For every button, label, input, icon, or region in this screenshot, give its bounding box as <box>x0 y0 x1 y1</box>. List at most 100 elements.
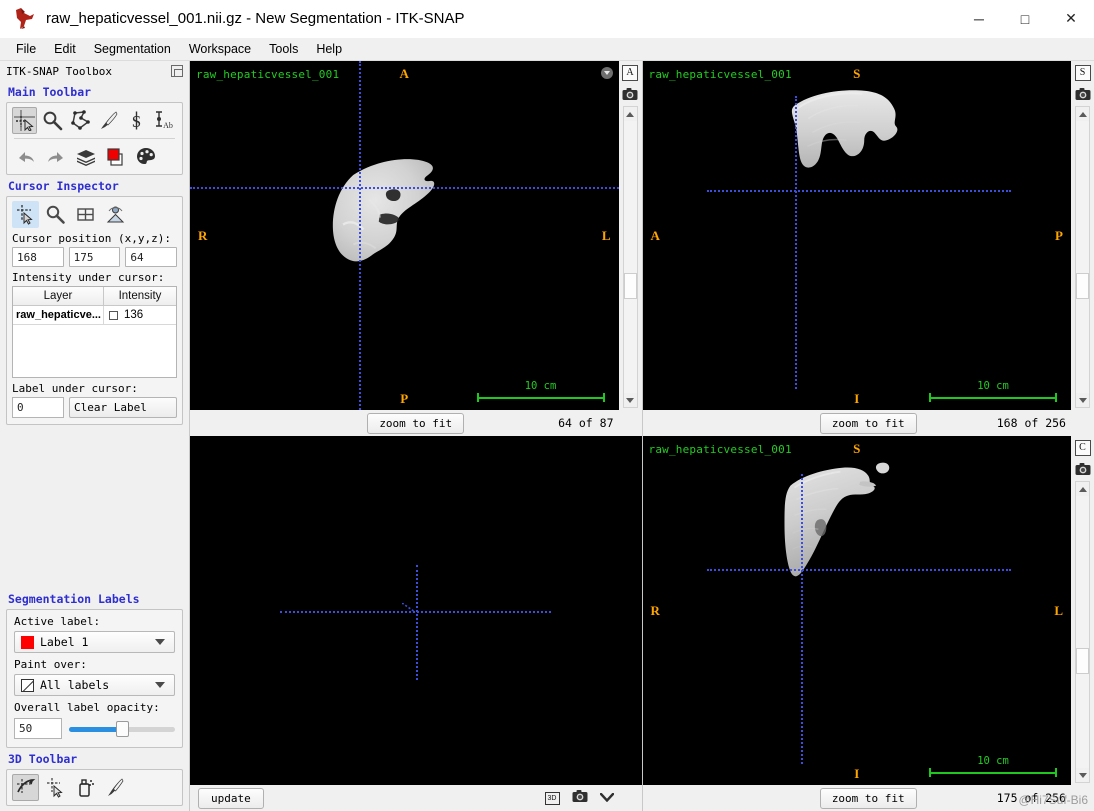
maximize-button[interactable]: □ <box>1002 0 1048 38</box>
slider-fill <box>69 726 122 732</box>
scalpel-3d-tool[interactable] <box>102 774 129 801</box>
cell-layer-name: raw_hepaticve... <box>13 306 104 324</box>
display-tab[interactable] <box>102 201 129 228</box>
axial-scroll-thumb[interactable] <box>623 273 637 300</box>
coronal-slice-scrollbar[interactable] <box>1075 481 1090 783</box>
coronal-scroll-thumb[interactable] <box>1076 648 1089 675</box>
menu-file[interactable]: File <box>7 39 45 59</box>
title-bar: raw_hepaticvessel_001.nii.gz - New Segme… <box>0 0 1094 38</box>
render3d-chevron-down-icon[interactable] <box>599 789 614 807</box>
update-button[interactable]: update <box>198 787 264 809</box>
cursor-position-row: 168 175 64 <box>12 247 178 267</box>
layers-icon[interactable] <box>72 143 99 170</box>
layer-visibility-checkbox[interactable] <box>109 310 118 320</box>
axial-canvas[interactable]: raw_hepaticvessel_001 A P R L 10 cm <box>190 61 619 410</box>
viewport-area: raw_hepaticvessel_001 A P R L 10 cm A zo… <box>190 61 1094 811</box>
toolbox-header: ITK-SNAP Toolbox <box>0 61 189 81</box>
menu-workspace[interactable]: Workspace <box>180 39 260 59</box>
coronal-zoom-to-fit-button[interactable]: zoom to fit <box>819 787 917 809</box>
coronal-canvas-wrap: raw_hepaticvessel_001 S I R L 10 cm C <box>642 436 1094 785</box>
menu-tools[interactable]: Tools <box>260 39 307 59</box>
3d-mode-icon[interactable]: 3D <box>544 791 560 805</box>
sagittal-footer: zoom to fit 168 of 256 <box>642 410 1094 436</box>
cursor-x-input[interactable]: 168 <box>12 247 64 267</box>
render3d-canvas[interactable] <box>190 436 642 785</box>
axial-camera-icon[interactable] <box>622 85 639 102</box>
sagittal-scroll-down[interactable] <box>1076 393 1089 407</box>
chevron-down-icon[interactable] <box>155 639 165 645</box>
trackball-3d-tool[interactable] <box>12 774 39 801</box>
segmentation-labels-title: Segmentation Labels <box>8 592 140 606</box>
opacity-slider[interactable] <box>69 720 175 737</box>
intensity-table[interactable]: Layer Intensity raw_hepaticve... 136 <box>12 286 177 378</box>
minimize-button[interactable]: ─ <box>956 0 1002 38</box>
sagittal-slice-scrollbar[interactable] <box>1075 106 1090 408</box>
axial-options-gear-icon[interactable] <box>600 67 613 79</box>
sagittal-canvas[interactable]: raw_hepaticvessel_001 S I A P 10 cm <box>642 61 1071 410</box>
toolbar-3d-title: 3D Toolbar <box>8 752 78 766</box>
axial-plane-badge[interactable]: A <box>622 64 639 81</box>
render3d-camera-icon[interactable] <box>572 789 588 808</box>
crosshair-3d-tool[interactable] <box>42 774 69 801</box>
sagittal-plane-badge[interactable]: S <box>1074 64 1091 81</box>
snake-tool[interactable]: S <box>124 107 149 134</box>
cursor-tab[interactable] <box>12 201 39 228</box>
axial-ruler-label: 10 cm <box>524 380 557 392</box>
viewport-axial: raw_hepaticvessel_001 A P R L 10 cm A zo… <box>190 61 643 436</box>
coronal-scroll-up[interactable] <box>1076 482 1089 496</box>
coronal-canvas[interactable]: raw_hepaticvessel_001 S I R L 10 cm <box>642 436 1071 785</box>
label-under-cursor-label: Label under cursor: <box>12 382 138 395</box>
paint-over-combo[interactable]: All labels <box>14 674 175 696</box>
intensity-table-header: Layer Intensity <box>13 287 176 306</box>
main-toolbar-row2 <box>12 143 177 170</box>
redo-icon[interactable] <box>42 143 69 170</box>
coronal-crosshair-horizontal <box>706 568 1012 571</box>
coronal-camera-icon[interactable] <box>1074 460 1091 477</box>
label-value-input[interactable]: 0 <box>12 397 64 418</box>
undo-icon[interactable] <box>12 143 39 170</box>
table-row[interactable]: raw_hepaticve... 136 <box>13 306 176 325</box>
slider-knob[interactable] <box>116 720 129 737</box>
paintbrush-tool[interactable] <box>96 107 121 134</box>
cursor-y-input[interactable]: 175 <box>68 247 121 267</box>
coronal-plane-badge[interactable]: C <box>1074 439 1091 456</box>
menu-edit[interactable]: Edit <box>45 39 85 59</box>
coronal-scroll-down[interactable] <box>1076 768 1089 782</box>
sagittal-zoom-to-fit-button[interactable]: zoom to fit <box>819 412 917 434</box>
active-label-combo[interactable]: Label 1 <box>14 631 175 653</box>
layout-tab[interactable] <box>72 201 99 228</box>
toolbox-panel: ITK-SNAP Toolbox Main Toolbar Ab Cursor … <box>0 61 190 811</box>
chevron-down-icon[interactable] <box>155 682 165 688</box>
palette-icon[interactable] <box>132 143 159 170</box>
clear-label-button[interactable]: Clear Label <box>69 397 177 418</box>
axial-scroll-up[interactable] <box>623 107 637 121</box>
spray-3d-tool[interactable] <box>72 774 99 801</box>
sagittal-camera-icon[interactable] <box>1074 85 1091 102</box>
label-color-icon[interactable] <box>102 143 129 170</box>
undock-icon[interactable] <box>171 65 183 77</box>
sagittal-scroll-thumb[interactable] <box>1076 273 1089 300</box>
axial-scroll-down[interactable] <box>623 393 637 407</box>
zoom-pan-tool[interactable] <box>40 107 65 134</box>
annotation-tool[interactable]: Ab <box>152 107 177 134</box>
opacity-input[interactable]: 50 <box>14 718 62 739</box>
opacity-caption: Overall label opacity: <box>14 701 160 714</box>
menu-help[interactable]: Help <box>307 39 351 59</box>
label-under-cursor-row: 0 Clear Label <box>12 397 177 418</box>
paint-over-swatch <box>21 678 34 692</box>
polygon-tool[interactable] <box>68 107 93 134</box>
sagittal-scroll-up[interactable] <box>1076 107 1089 121</box>
render3d-crosshair-vertical <box>415 565 418 681</box>
close-button[interactable]: ✕ <box>1048 0 1094 38</box>
axial-side-strip: A <box>618 61 642 410</box>
toolbox-spacer <box>0 425 189 588</box>
menu-segmentation[interactable]: Segmentation <box>85 39 180 59</box>
axial-slice-scrollbar[interactable] <box>622 106 638 408</box>
zoom-tab[interactable] <box>42 201 69 228</box>
main-body: ITK-SNAP Toolbox Main Toolbar Ab Cursor … <box>0 61 1094 811</box>
axial-zoom-to-fit-button[interactable]: zoom to fit <box>367 412 465 434</box>
main-toolbar-row1: S Ab <box>12 107 177 134</box>
cursor-z-input[interactable]: 64 <box>125 247 178 267</box>
crosshair-tool[interactable] <box>12 107 37 134</box>
column-layer: Layer <box>13 287 104 305</box>
